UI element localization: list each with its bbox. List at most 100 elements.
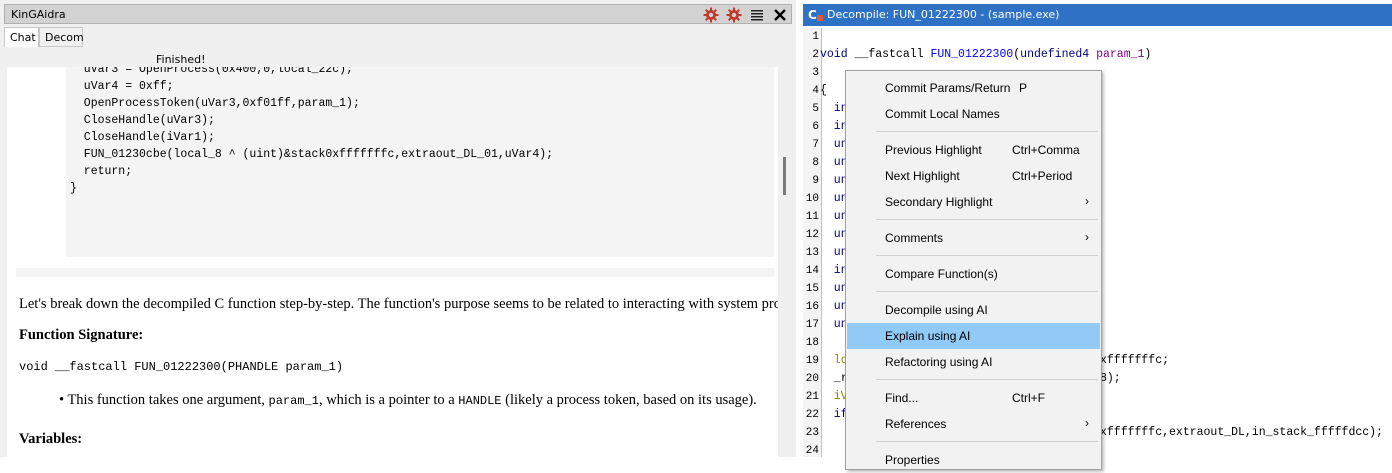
line-number: 11 bbox=[805, 211, 819, 223]
code-line: return; bbox=[70, 165, 133, 178]
line-number: 14 bbox=[805, 265, 819, 277]
gear-icon[interactable] bbox=[725, 6, 743, 24]
bullet-text: , which is a pointer to a bbox=[318, 392, 459, 408]
code-line[interactable]: lo bbox=[820, 354, 848, 367]
close-icon[interactable] bbox=[771, 6, 789, 24]
menu-item-label: Compare Function(s) bbox=[885, 267, 998, 281]
line-number: 18 bbox=[805, 337, 819, 349]
code-line[interactable]: un bbox=[820, 210, 848, 223]
code-line[interactable]: un bbox=[820, 318, 848, 331]
code-line[interactable]: un bbox=[820, 228, 848, 241]
chevron-right-icon: › bbox=[1085, 416, 1089, 430]
keyword-void: void bbox=[820, 48, 848, 61]
param-code: param_1 bbox=[268, 394, 319, 408]
line-number: 8 bbox=[812, 157, 819, 169]
gear-icon[interactable] bbox=[702, 6, 720, 24]
tab-decom[interactable]: Decom bbox=[39, 27, 84, 47]
param-name[interactable]: param_1 bbox=[1089, 48, 1144, 61]
code-line[interactable]: un bbox=[820, 156, 848, 169]
decompiler-titlebar: C Decompile: FUN_01222300 - (sample.exe) bbox=[803, 4, 1392, 26]
code-line[interactable]: un bbox=[820, 138, 848, 151]
context-menu: Commit Params/Return P Commit Local Name… bbox=[845, 70, 1102, 470]
function-name[interactable]: FUN_01222300 bbox=[930, 48, 1013, 61]
menu-item-label: Properties bbox=[885, 453, 940, 467]
menu-item-shortcut: Ctrl+F bbox=[1012, 391, 1045, 405]
line-number: 10 bbox=[805, 193, 819, 205]
menu-separator bbox=[876, 219, 1098, 220]
scrollbar-thumb[interactable] bbox=[783, 157, 786, 195]
line-number: 12 bbox=[805, 229, 819, 241]
line-number: 4 bbox=[812, 85, 819, 97]
menu-separator bbox=[876, 291, 1098, 292]
menu-item-commit-local-names[interactable]: Commit Local Names bbox=[847, 101, 1100, 127]
code-line[interactable]: _r bbox=[820, 372, 848, 385]
kingaidra-panel: KinGAidra Chat Decom Finished! uVar3 = O… bbox=[0, 0, 796, 457]
menu-item-decompile-using-ai[interactable]: Decompile using AI bbox=[847, 297, 1100, 323]
code-line[interactable]: un bbox=[820, 174, 848, 187]
code-line: } bbox=[70, 182, 77, 195]
param-type[interactable]: undefined4 bbox=[1020, 48, 1089, 61]
code-line: CloseHandle(uVar3); bbox=[70, 114, 215, 127]
menu-item-label: Find... bbox=[885, 391, 919, 405]
menu-item-explain-using-ai[interactable]: Explain using AI bbox=[847, 323, 1100, 349]
code-line[interactable]: if bbox=[820, 408, 848, 421]
menu-item-label: Explain using AI bbox=[885, 329, 971, 343]
code-line[interactable]: in bbox=[820, 264, 848, 277]
line-number: 5 bbox=[812, 103, 819, 115]
kingaidra-titlebar: KinGAidra bbox=[4, 4, 792, 24]
bullet-text: (likely a process token, based on its us… bbox=[501, 392, 757, 408]
line-number: 22 bbox=[805, 409, 819, 421]
heading-variables: Variables: bbox=[19, 431, 83, 447]
bullet-icon: • bbox=[59, 392, 65, 408]
menu-item-next-highlight[interactable]: Next Highlight Ctrl+Period bbox=[847, 163, 1100, 189]
decompiler-title: Decompile: FUN_01222300 - (sample.exe) bbox=[827, 8, 1060, 21]
menu-item-find[interactable]: Find... Ctrl+F bbox=[847, 385, 1100, 411]
menu-item-commit-params[interactable]: Commit Params/Return P bbox=[847, 75, 1100, 101]
code-line: uVar3 = OpenProcess(0x400,0,local_22c); bbox=[70, 67, 353, 76]
line-number: 20 bbox=[805, 373, 819, 385]
code-line[interactable]: iV bbox=[820, 390, 848, 403]
code-line-tail: xfffffffc; bbox=[1100, 354, 1170, 367]
chevron-right-icon: › bbox=[1085, 230, 1089, 244]
menu-item-secondary-highlight[interactable]: Secondary Highlight › bbox=[847, 189, 1100, 215]
line-number: 21 bbox=[805, 391, 819, 403]
menu-item-shortcut: Ctrl+Comma bbox=[1012, 143, 1080, 157]
menu-item-refactoring-using-ai[interactable]: Refactoring using AI bbox=[847, 349, 1100, 375]
code-line: CloseHandle(iVar1); bbox=[70, 131, 215, 144]
code-line: { bbox=[820, 84, 827, 97]
code-line[interactable]: un bbox=[820, 192, 848, 205]
code-block: uVar3 = OpenProcess(0x400,0,local_22c); … bbox=[66, 67, 774, 257]
menu-item-label: Commit Local Names bbox=[885, 107, 1000, 121]
code-line[interactable]: un bbox=[820, 282, 848, 295]
menu-separator bbox=[876, 255, 1098, 256]
menu-item-label: Secondary Highlight bbox=[885, 195, 993, 209]
line-number: 9 bbox=[812, 175, 819, 187]
menu-item-label: Decompile using AI bbox=[885, 303, 988, 317]
status-text: Finished! bbox=[156, 53, 206, 66]
vertical-scrollbar[interactable] bbox=[779, 67, 794, 457]
menu-item-label: Previous Highlight bbox=[885, 143, 982, 157]
menu-item-label: Comments bbox=[885, 231, 944, 245]
code-line[interactable]: in bbox=[820, 102, 848, 115]
decompile-icon: C bbox=[808, 7, 824, 26]
menu-item-label: Commit Params/Return bbox=[885, 81, 1011, 95]
menu-item-previous-highlight[interactable]: Previous Highlight Ctrl+Comma bbox=[847, 137, 1100, 163]
function-signature-line[interactable]: void __fastcall FUN_01222300(undefined4 … bbox=[820, 48, 1151, 61]
menu-item-shortcut: P bbox=[1019, 81, 1028, 95]
line-number: 13 bbox=[805, 247, 819, 259]
tab-chat[interactable]: Chat bbox=[4, 27, 39, 47]
menu-item-references[interactable]: References › bbox=[847, 411, 1100, 437]
code-line[interactable]: in bbox=[820, 120, 848, 133]
menu-item-compare-functions[interactable]: Compare Function(s) bbox=[847, 261, 1100, 287]
menu-icon[interactable] bbox=[748, 6, 766, 24]
line-number: 23 bbox=[805, 427, 819, 439]
intro-paragraph: Let's break down the decompiled C functi… bbox=[19, 296, 778, 312]
menu-item-properties[interactable]: Properties bbox=[847, 447, 1100, 473]
code-line[interactable]: un bbox=[820, 300, 848, 313]
calling-convention: __fastcall bbox=[847, 48, 931, 61]
code-line[interactable]: un bbox=[820, 246, 848, 259]
code-line: uVar4 = 0xff; bbox=[70, 80, 174, 93]
menu-item-comments[interactable]: Comments › bbox=[847, 225, 1100, 251]
code-line-tail: xfffffffc,extraout_DL,in_stack_fffffdcc)… bbox=[1100, 426, 1383, 439]
separator bbox=[16, 268, 774, 277]
